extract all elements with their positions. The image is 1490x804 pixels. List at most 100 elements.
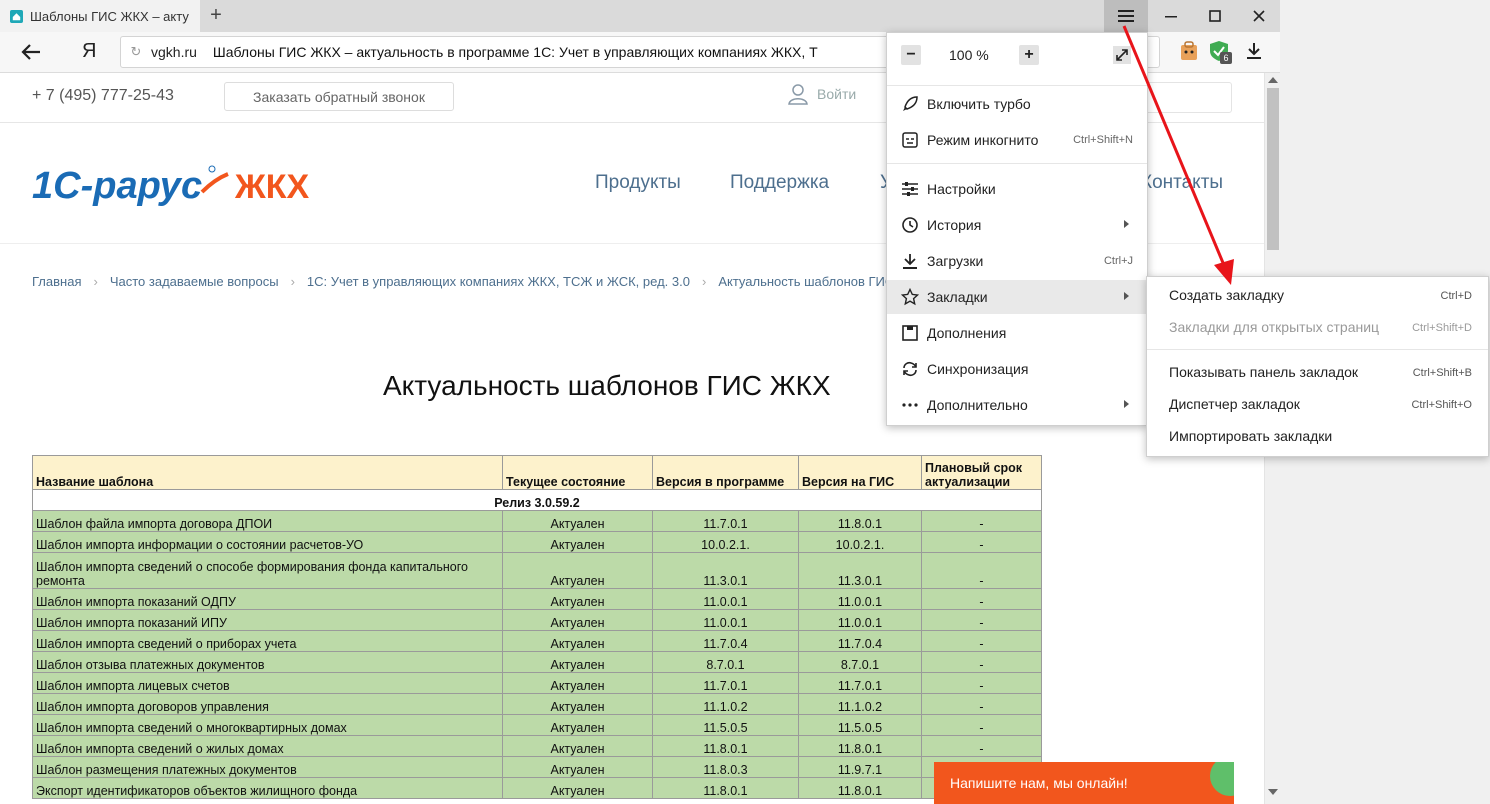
back-arrow-icon[interactable] [18, 42, 44, 62]
yandex-logo[interactable]: Я [82, 40, 96, 63]
gis-version-cell: 11.8.0.1 [798, 777, 922, 799]
menu-item-shortcut: Ctrl+J [1103, 255, 1133, 267]
template-name-cell: Шаблон отзыва платежных документов [32, 651, 503, 673]
menu-item-shortcut: Ctrl+Shift+N [1073, 134, 1133, 146]
planned-date-cell: - [921, 510, 1042, 532]
protect-extension[interactable]: 6 [1208, 40, 1232, 64]
extension-icon[interactable] [1178, 40, 1200, 62]
table-row: Шаблон размещения платежных документов Ак… [32, 756, 1042, 778]
template-name-cell: Шаблон импорта сведений о жилых домах [32, 735, 503, 757]
state-cell: Актуален [502, 510, 653, 532]
submenu-arrow-icon [1124, 220, 1129, 228]
table-row: Шаблон импорта показаний ИПУ Актуален 11.0… [32, 609, 1042, 631]
menu-item-label: Режим инкогнито [927, 132, 1039, 148]
state-cell: Актуален [502, 693, 653, 715]
minimize-button[interactable] [1148, 0, 1194, 32]
submenu-item-show-bookmarks-bar[interactable]: Показывать панель закладок Ctrl+Shift+B [1147, 358, 1488, 388]
callback-button[interactable]: Заказать обратный звонок [224, 82, 454, 111]
nav-contacts[interactable]: Контакты [1141, 172, 1223, 194]
tab-bar: Шаблоны ГИС ЖКХ – акту + [0, 0, 1280, 32]
table-row: Шаблон отзыва платежных документов Актуал… [32, 651, 1042, 673]
submenu-item-label: Диспетчер закладок [1169, 396, 1300, 412]
state-cell: Актуален [502, 651, 653, 673]
zoom-out-button[interactable]: − [901, 45, 921, 65]
extension-badge: 6 [1220, 52, 1232, 64]
submenu-item-shortcut: Ctrl+Shift+O [1411, 399, 1472, 411]
url-page-title: Шаблоны ГИС ЖКХ – актуальность в програм… [212, 44, 818, 60]
breadcrumb-product[interactable]: 1С: Учет в управляющих компаниях ЖКХ, ТС… [307, 274, 690, 289]
downloads-button[interactable] [1246, 42, 1268, 64]
table-row: Шаблон импорта сведений о жилых домах Акт… [32, 735, 1042, 757]
more-dots-icon [902, 403, 918, 407]
logo-right-text: ЖКХ [234, 168, 309, 206]
gis-version-cell: 8.7.0.1 [798, 651, 922, 673]
template-name-cell: Шаблон импорта сведений о многоквартирны… [32, 714, 503, 736]
menu-item-label: Загрузки [927, 253, 984, 269]
submenu-item-label: Импортировать закладки [1169, 428, 1333, 444]
fullscreen-button[interactable] [1113, 46, 1131, 69]
tab-active[interactable]: Шаблоны ГИС ЖКХ – акту [0, 0, 200, 32]
nav-support[interactable]: Поддержка [730, 172, 829, 194]
download-icon [903, 254, 917, 269]
program-version-cell: 11.8.0.1 [652, 777, 799, 799]
rarus-logo-icon: 1С-рарус ЖКХ [32, 165, 309, 207]
table-row: Шаблон импорта сведений о способе формир… [32, 552, 1042, 589]
sync-icon [903, 361, 917, 377]
menu-item-more[interactable]: Дополнительно [887, 388, 1147, 422]
menu-item-history[interactable]: История [887, 208, 1147, 242]
gis-version-cell: 10.0.2.1. [798, 531, 922, 553]
browser-menu-button[interactable] [1104, 0, 1148, 32]
program-version-cell: 11.7.0.1 [652, 672, 799, 694]
menu-separator [887, 85, 1147, 86]
table-row: Шаблон импорта сведений о приборах учета… [32, 630, 1042, 652]
program-version-cell: 11.8.0.1 [652, 735, 799, 757]
chat-bubble-icon [1210, 762, 1234, 796]
menu-separator [887, 163, 1147, 164]
gis-version-cell: 11.1.0.2 [798, 693, 922, 715]
chat-widget[interactable]: Напишите нам, мы онлайн! [934, 762, 1234, 804]
zoom-in-button[interactable]: + [1019, 45, 1039, 65]
new-tab-button[interactable]: + [204, 4, 228, 28]
menu-item-downloads[interactable]: Загрузки Ctrl+J [887, 244, 1147, 278]
phone-number[interactable]: + 7 (495) 777-25-43 [32, 87, 174, 105]
login-link[interactable]: Войти [788, 83, 856, 105]
submenu-item-label: Закладки для открытых страниц [1169, 319, 1380, 335]
gis-version-cell: 11.3.0.1 [798, 552, 922, 589]
maximize-icon [1209, 10, 1221, 22]
chevron-right-icon: › [290, 274, 295, 289]
state-cell: Актуален [502, 588, 653, 610]
template-name-cell: Шаблон файла импорта договора ДПОИ [32, 510, 503, 532]
site-logo[interactable]: 1С-рарус ЖКХ [32, 162, 322, 213]
state-cell: Актуален [502, 714, 653, 736]
menu-item-incognito[interactable]: Режим инкогнито Ctrl+Shift+N [887, 123, 1147, 157]
breadcrumb-faq[interactable]: Часто задаваемые вопросы [110, 274, 279, 289]
menu-item-settings[interactable]: Настройки [887, 172, 1147, 206]
scroll-down-icon[interactable] [1268, 789, 1278, 795]
breadcrumb-home[interactable]: Главная [32, 274, 81, 289]
menu-item-turbo[interactable]: Включить турбо [887, 87, 1147, 121]
submenu-item-import-bookmarks[interactable]: Импортировать закладки [1147, 422, 1488, 452]
maximize-button[interactable] [1192, 0, 1238, 32]
templates-table: Название шаблона Текущее состояние Верси… [32, 455, 1042, 799]
menu-item-addons[interactable]: Дополнения [887, 316, 1147, 350]
nav-products[interactable]: Продукты [595, 172, 681, 194]
program-version-cell: 11.5.0.5 [652, 714, 799, 736]
planned-date-cell: - [921, 531, 1042, 553]
submenu-item-label: Создать закладку [1169, 287, 1284, 303]
planned-date-cell: - [921, 651, 1042, 673]
table-row: Шаблон файла импорта договора ДПОИ Актуал… [32, 510, 1042, 532]
menu-item-label: Включить турбо [927, 96, 1031, 112]
submenu-item-bookmark-manager[interactable]: Диспетчер закладок Ctrl+Shift+O [1147, 390, 1488, 420]
menu-item-bookmarks[interactable]: Закладки [887, 280, 1147, 314]
menu-item-label: Закладки [927, 289, 988, 305]
reload-icon[interactable]: ↻ [121, 37, 151, 67]
scroll-up-icon[interactable] [1268, 77, 1278, 83]
state-cell: Актуален [502, 630, 653, 652]
menu-item-sync[interactable]: Синхронизация [887, 352, 1147, 386]
template-name-cell: Шаблон импорта сведений о способе формир… [32, 552, 503, 589]
scrollbar-thumb[interactable] [1267, 88, 1279, 250]
close-window-button[interactable] [1236, 0, 1280, 32]
submenu-item-create-bookmark[interactable]: Создать закладку Ctrl+D [1147, 281, 1488, 311]
table-row: Шаблон импорта информации о состоянии ра… [32, 531, 1042, 553]
template-name-cell: Шаблон импорта показаний ИПУ [32, 609, 503, 631]
